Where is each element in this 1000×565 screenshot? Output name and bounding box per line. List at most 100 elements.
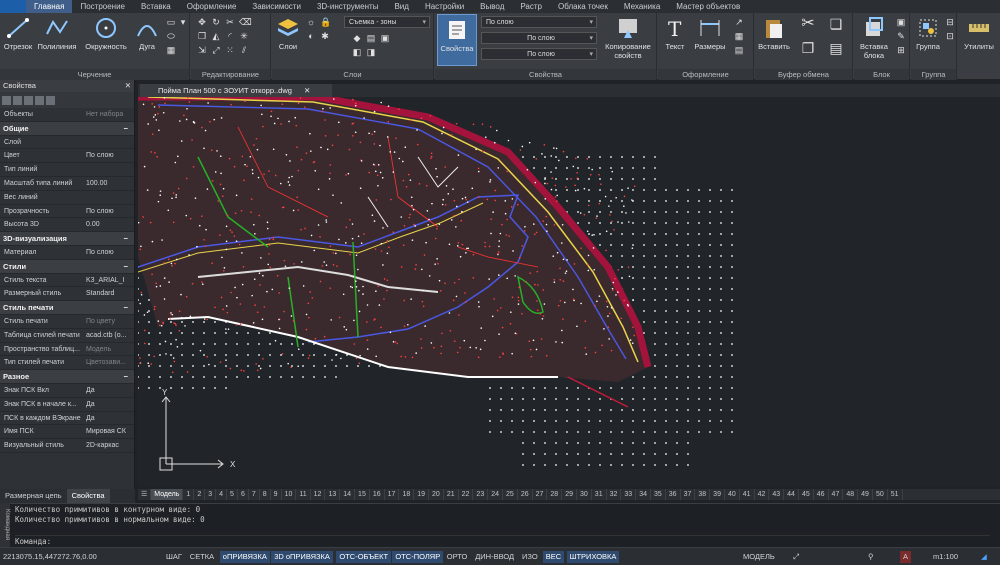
erase-icon[interactable]: ⌫ — [239, 17, 249, 27]
status-toggle[interactable]: ОРТО — [444, 551, 471, 563]
layout-tab[interactable]: 27 — [533, 489, 548, 500]
status-toggle[interactable]: 3D оПРИВЯЗКА — [271, 551, 333, 563]
layout-tab[interactable]: 46 — [814, 489, 829, 500]
menu-item[interactable]: Механика — [616, 0, 668, 13]
property-section-header[interactable]: Стиль печати − — [0, 301, 134, 315]
dimensions-button[interactable]: Размеры — [690, 16, 730, 51]
layout-tab[interactable]: 25 — [503, 489, 518, 500]
layout-tab[interactable]: 43 — [769, 489, 784, 500]
rotate-icon[interactable]: ↻ — [211, 17, 221, 27]
status-toggle[interactable]: ШТРИХОВКА — [567, 551, 620, 563]
markup-icon[interactable]: ▤ — [734, 45, 744, 55]
array-icon[interactable]: ⁙ — [225, 45, 235, 55]
property-row[interactable]: Высота 3D 0.00 — [0, 218, 134, 232]
layout-tab[interactable]: 2 — [194, 489, 205, 500]
arc-button[interactable]: Дуга — [133, 16, 161, 51]
document-tab[interactable]: Пойма План 500 с ЗОУИТ откорр..dwg ✕ — [140, 84, 332, 97]
layout-tab[interactable]: 29 — [562, 489, 577, 500]
menu-item[interactable]: Облака точек — [550, 0, 616, 13]
property-row[interactable]: Пространство таблиц... Модель — [0, 343, 134, 357]
copy-base-icon[interactable]: ❏ — [827, 19, 845, 37]
group-button[interactable]: Группа — [913, 16, 943, 51]
layout-tab[interactable]: 44 — [784, 489, 799, 500]
layout-tab[interactable]: 49 — [858, 489, 873, 500]
layout-tab[interactable]: 39 — [710, 489, 725, 500]
annotation-scale[interactable]: m1:100 — [930, 551, 961, 563]
layout-tab[interactable]: 6 — [238, 489, 249, 500]
stretch-icon[interactable]: ⇲ — [197, 45, 207, 55]
layer-dropdown[interactable]: Съемка - зоны — [344, 16, 430, 28]
property-row[interactable]: Тип линий — [0, 163, 134, 177]
move-icon[interactable]: ✥ — [197, 17, 207, 27]
toggle-pickadd-icon[interactable] — [35, 96, 44, 105]
layout-tab[interactable]: 31 — [592, 489, 607, 500]
layer-match-icon[interactable]: ▤ — [366, 33, 376, 43]
layout-tab[interactable]: 33 — [621, 489, 636, 500]
layer-iso-icon[interactable]: ▣ — [380, 33, 390, 43]
property-row[interactable]: Стиль текста K3_ARIAL_I — [0, 274, 134, 288]
layout-tab[interactable]: 42 — [755, 489, 770, 500]
property-row[interactable]: ПСК в каждом ВЭкране Да — [0, 412, 134, 426]
layout-tab[interactable]: 32 — [607, 489, 622, 500]
cut-icon[interactable]: ✂ — [799, 19, 817, 37]
objects-row[interactable]: Объекты Нет набора — [0, 108, 134, 122]
layout-tab[interactable]: 18 — [399, 489, 414, 500]
menu-item[interactable]: Настройки — [417, 0, 472, 13]
layout-menu-icon[interactable]: ☰ — [138, 489, 151, 500]
property-row[interactable]: Таблица стилей печати acad.ctb (о... — [0, 329, 134, 343]
copy-clip-icon[interactable]: ❐ — [799, 43, 817, 61]
ungroup-icon[interactable]: ⊟ — [945, 17, 955, 27]
property-value[interactable]: Модель — [84, 343, 134, 356]
status-toggle[interactable]: ШАГ — [163, 551, 185, 563]
menu-item[interactable]: Зависимости — [244, 0, 309, 13]
layout-tab[interactable]: 50 — [873, 489, 888, 500]
layout-tab[interactable]: 20 — [429, 489, 444, 500]
property-value[interactable]: Standard — [84, 287, 134, 300]
pick-icon[interactable] — [13, 96, 22, 105]
property-section-header[interactable]: 3D-визуализация − — [0, 232, 134, 246]
property-value[interactable] — [84, 136, 134, 149]
status-toggle[interactable]: ОТС-ОБЪЕКТ — [336, 551, 391, 563]
lineweight-dropdown[interactable]: По слою — [481, 48, 597, 60]
layout-tab[interactable]: 37 — [681, 489, 696, 500]
status-toggle[interactable]: оПРИВЯЗКА — [220, 551, 270, 563]
insert-block-button[interactable]: Вставка блока — [856, 16, 892, 60]
rectangle-icon[interactable]: ▭ — [166, 17, 176, 27]
property-value[interactable]: 2D-каркас — [84, 439, 134, 452]
menu-item[interactable]: Вставка — [133, 0, 179, 13]
collapse-icon[interactable]: − — [124, 370, 128, 384]
property-section-header[interactable]: Общие − — [0, 122, 134, 136]
properties-button[interactable]: Свойства — [437, 14, 477, 66]
property-value[interactable]: По слою — [84, 246, 134, 259]
panel-tab[interactable]: Свойства — [67, 489, 110, 503]
status-toggle[interactable]: ОТС-ПОЛЯР — [392, 551, 443, 563]
menu-item[interactable]: 3D-инструменты — [309, 0, 387, 13]
layout-tab[interactable]: 28 — [547, 489, 562, 500]
menu-item[interactable]: Построение — [72, 0, 133, 13]
edit-block-icon[interactable]: ✎ — [896, 31, 906, 41]
layer-state-icon[interactable]: ☼ — [306, 17, 316, 27]
table-icon[interactable]: ▦ — [734, 31, 744, 41]
layout-tab[interactable]: 47 — [829, 489, 844, 500]
property-section-header[interactable]: Стили − — [0, 260, 134, 274]
layout-tab[interactable]: 41 — [740, 489, 755, 500]
layer-off-icon[interactable]: ◐ — [306, 31, 316, 41]
property-value[interactable] — [84, 163, 134, 176]
layout-tab[interactable]: 13 — [325, 489, 340, 500]
layout-tab[interactable]: 22 — [459, 489, 474, 500]
workspace-icon[interactable]: ◢ — [978, 551, 990, 563]
annotation-visibility-icon[interactable]: ⚲ — [865, 551, 877, 563]
property-row[interactable]: Имя ПСК Мировая СК — [0, 425, 134, 439]
layout-tab[interactable]: 45 — [799, 489, 814, 500]
explode-icon[interactable]: ✳ — [239, 31, 249, 41]
select-objects-icon[interactable] — [2, 96, 11, 105]
layout-tab[interactable]: 1 — [183, 489, 194, 500]
utilities-button[interactable]: Утилиты — [960, 16, 998, 51]
menu-item[interactable]: Мастер объектов — [668, 0, 748, 13]
collapse-icon[interactable]: − — [124, 122, 128, 136]
polyline-button[interactable]: Полилиния — [36, 16, 78, 51]
property-row[interactable]: Знак ПСК Вкл Да — [0, 384, 134, 398]
layout-tab[interactable]: 36 — [666, 489, 681, 500]
viewport-icon[interactable]: ⤢ — [790, 551, 802, 563]
layout-tab[interactable]: 4 — [216, 489, 227, 500]
